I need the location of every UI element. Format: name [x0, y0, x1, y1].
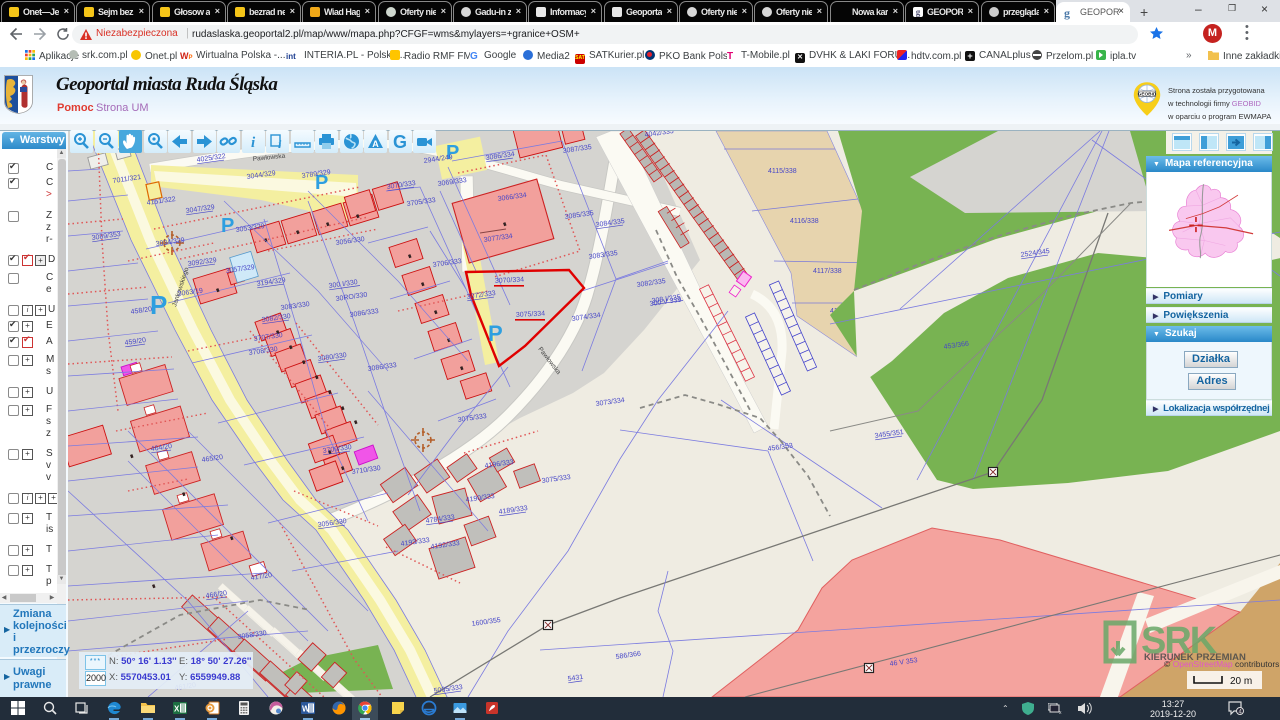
svg-text:P: P: [150, 290, 167, 320]
svg-text:20 m: 20 m: [1230, 676, 1252, 687]
svg-text:4116/338: 4116/338: [790, 218, 819, 225]
svg-text:4117/338: 4117/338: [813, 268, 842, 275]
svg-text:X: X: [174, 705, 180, 714]
svg-text:G: G: [393, 132, 407, 152]
svg-text:P: P: [221, 215, 234, 237]
svg-text:x: x: [1059, 710, 1062, 714]
svg-text:i: i: [251, 135, 256, 151]
svg-text:4115/338: 4115/338: [768, 168, 797, 175]
svg-text:W: W: [302, 705, 310, 714]
svg-text:P: P: [488, 321, 503, 346]
svg-text:GEOBID: GEOBID: [1138, 91, 1157, 97]
svg-text:© OpenStreetMap contributors: © OpenStreetMap contributors: [1164, 659, 1279, 669]
svg-text:A: A: [372, 139, 379, 149]
svg-text:i: i: [278, 137, 282, 151]
